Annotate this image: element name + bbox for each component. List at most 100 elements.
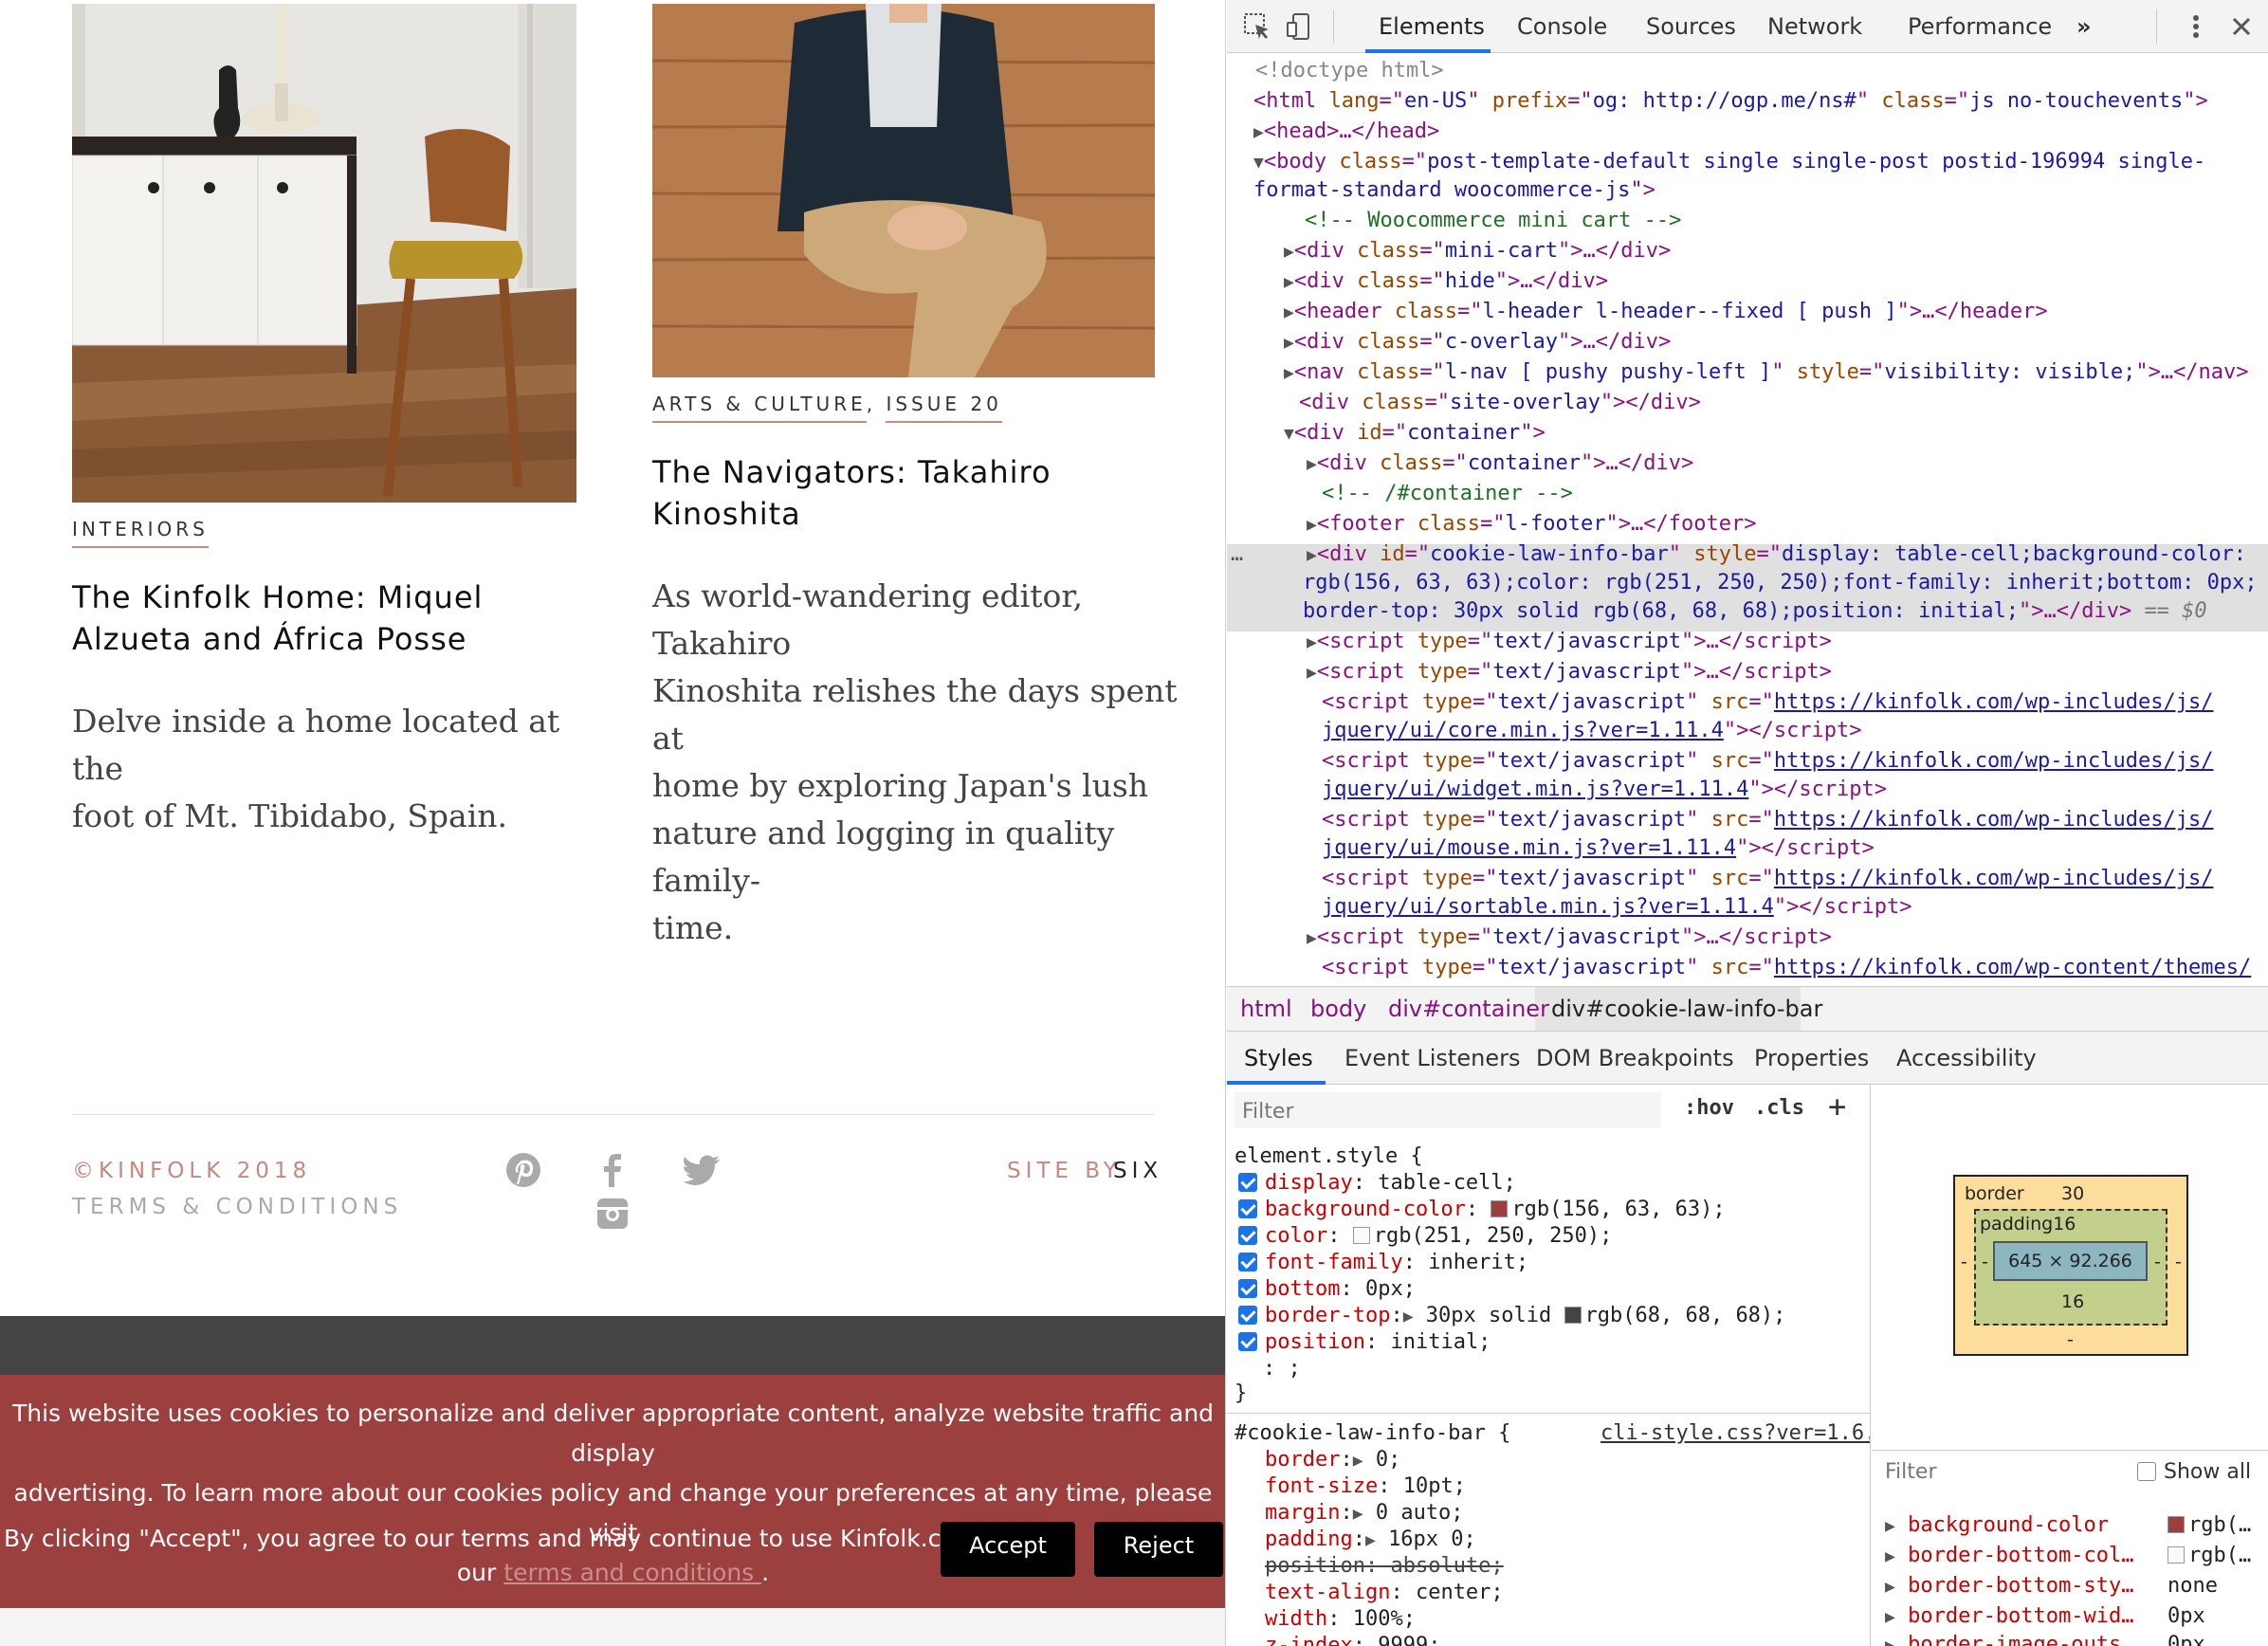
prop-checkbox[interactable] <box>1238 1306 1257 1325</box>
reject-button[interactable]: Reject <box>1094 1522 1223 1577</box>
inspect-element-icon[interactable] <box>1242 11 1272 42</box>
prop-value[interactable]: initial; <box>1390 1330 1491 1354</box>
tab-sources[interactable]: Sources <box>1646 13 1736 40</box>
accept-button[interactable]: Accept <box>941 1522 1075 1577</box>
portrait-photo[interactable] <box>652 4 1155 377</box>
cookie-rule-selector[interactable]: #cookie-law-info-bar { <box>1235 1420 1510 1447</box>
subtab-accessibility[interactable]: Accessibility <box>1896 1045 2037 1071</box>
hov-toggle[interactable]: :hov <box>1684 1096 1734 1120</box>
expand-triangle-icon[interactable]: ▶ <box>1885 1516 1895 1536</box>
computed-row[interactable]: ▶ border-bottom-col… <box>1885 1544 2134 1567</box>
script-mouse-src-a[interactable]: https://kinfolk.com/wp-includes/js/ <box>1774 808 2214 832</box>
styles-filter-input[interactable]: Filter <box>1235 1092 1661 1128</box>
show-all-checkbox[interactable]: Show all <box>2137 1460 2251 1484</box>
tab-network[interactable]: Network <box>1767 13 1862 40</box>
breadcrumb-container[interactable]: div#container <box>1388 996 1549 1022</box>
script-core-src-a[interactable]: https://kinfolk.com/wp-includes/js/ <box>1774 690 2214 714</box>
color-swatch-icon[interactable] <box>2167 1516 2185 1533</box>
dom-comment-container[interactable]: <!-- /#container --> <box>1322 480 1573 509</box>
style-new-prop-editor[interactable]: : ; <box>1263 1356 1301 1382</box>
prop-name[interactable]: bottom <box>1265 1277 1340 1301</box>
tab-elements[interactable]: Elements <box>1379 13 1485 40</box>
terms-and-conditions-link[interactable]: terms and conditions <box>503 1559 761 1586</box>
expand-triangle-icon[interactable]: ▶ <box>1353 1451 1363 1471</box>
rule-prop-position-overridden[interactable]: position: absolute; <box>1265 1553 1504 1580</box>
prop-name[interactable]: color <box>1265 1224 1327 1248</box>
style-prop-display[interactable]: display: table-cell; <box>1238 1170 1516 1197</box>
card1-category[interactable]: Interiors <box>72 518 209 548</box>
cls-toggle[interactable]: .cls <box>1754 1096 1804 1120</box>
computed-row[interactable]: ▶ border-image-outs… <box>1885 1633 2134 1646</box>
padding-top-value[interactable]: 16 <box>2053 1214 2076 1234</box>
dom-cookie-bar[interactable]: ▶<div id="cookie-law-info-bar" style="di… <box>1307 540 2246 570</box>
prop-checkbox[interactable] <box>1238 1226 1257 1245</box>
subtab-dom-breakpoints[interactable]: DOM Breakpoints <box>1536 1045 1734 1071</box>
style-prop-background-color[interactable]: background-color: rgb(156, 63, 63); <box>1238 1197 1726 1223</box>
prop-checkbox[interactable] <box>1238 1279 1257 1298</box>
rule-prop-border[interactable]: border:▶ 0; <box>1265 1447 1400 1474</box>
dom-script-theme[interactable]: <script type="text/javascript" src="http… <box>1322 954 2251 983</box>
dom-nav[interactable]: ▶<nav class="l-nav [ pushy pushy-left ]"… <box>1284 358 2249 388</box>
instagram-icon[interactable] <box>592 1193 633 1234</box>
cookie-rule-source-link[interactable]: cli-style.css?ver=1.6.5:1 <box>1600 1420 1870 1447</box>
prop-value[interactable]: 30px solid <box>1426 1304 1564 1327</box>
rule-prop-margin[interactable]: margin:▶ 0 auto; <box>1265 1500 1464 1527</box>
prop-value[interactable]: rgb(156, 63, 63); <box>1511 1198 1725 1221</box>
category-issue-20[interactable]: Issue 20 <box>886 393 1002 423</box>
pinterest-icon[interactable] <box>503 1149 544 1191</box>
prop-value[interactable]: rgb(251, 250, 250); <box>1374 1224 1613 1248</box>
tab-performance[interactable]: Performance <box>1908 13 2052 40</box>
breadcrumb-body[interactable]: body <box>1310 996 1366 1022</box>
prop-checkbox[interactable] <box>1238 1332 1257 1351</box>
card1-title[interactable]: The Kinfolk Home: Miquel Alzueta and Áfr… <box>72 576 565 660</box>
dom-node-actions-icon[interactable]: … <box>1231 540 1243 570</box>
script-widget-src-b[interactable]: jquery/ui/widget.min.js?ver=1.11.4 <box>1322 777 1748 801</box>
expand-triangle-icon[interactable]: ▶ <box>1885 1577 1895 1597</box>
dom-container[interactable]: ▼<div id="container"> <box>1284 419 1546 448</box>
subtab-event-listeners[interactable]: Event Listeners <box>1344 1045 1520 1071</box>
prop-checkbox[interactable] <box>1238 1253 1257 1271</box>
dom-script-sortable[interactable]: <script type="text/javascript" src="http… <box>1322 865 2213 894</box>
site-by-link[interactable]: SIX <box>1113 1159 1162 1183</box>
dom-header[interactable]: ▶<header class="l-header l-header--fixed… <box>1284 298 2048 327</box>
color-swatch-icon[interactable] <box>2167 1546 2185 1564</box>
rule-prop-padding[interactable]: padding:▶ 16px 0; <box>1265 1527 1476 1554</box>
more-tabs-icon[interactable]: » <box>2076 13 2092 40</box>
expand-triangle-icon[interactable]: ▶ <box>1353 1504 1363 1524</box>
card2-title[interactable]: The Navigators: Takahiro Kinoshita <box>652 451 1164 535</box>
computed-row[interactable]: ▶ background-color <box>1885 1513 2109 1537</box>
breadcrumb-cookie-bar[interactable]: div#cookie-law-info-bar <box>1551 996 1822 1022</box>
color-swatch-icon[interactable] <box>1352 1227 1370 1244</box>
script-widget-src-a[interactable]: https://kinfolk.com/wp-includes/js/ <box>1774 749 2214 773</box>
expand-triangle-icon[interactable]: ▶ <box>1885 1636 1895 1646</box>
dom-footer[interactable]: ▶<footer class="l-footer">…</footer> <box>1307 510 1756 540</box>
dom-div-minicart[interactable]: ▶<div class="mini-cart">…</div> <box>1284 237 1671 266</box>
dom-comment-cart[interactable]: <!-- Woocommerce mini cart --> <box>1305 207 1681 236</box>
dom-div-hide[interactable]: ▶<div class="hide">…</div> <box>1284 267 1608 297</box>
subtab-styles[interactable]: Styles <box>1244 1045 1313 1071</box>
breadcrumb-html[interactable]: html <box>1240 996 1292 1022</box>
expand-triangle-icon[interactable]: ▶ <box>1885 1607 1895 1627</box>
element-style-selector[interactable]: element.style { <box>1235 1143 1423 1170</box>
checkbox-icon[interactable] <box>2137 1462 2156 1481</box>
close-icon[interactable] <box>2226 11 2257 42</box>
new-style-rule-button[interactable]: + <box>1828 1088 1846 1125</box>
prop-checkbox[interactable] <box>1238 1199 1257 1218</box>
computed-row[interactable]: ▶ border-bottom-wid… <box>1885 1604 2134 1628</box>
device-toolbar-icon[interactable] <box>1284 11 1314 42</box>
script-mouse-src-b[interactable]: jquery/ui/mouse.min.js?ver=1.11.4 <box>1322 836 1736 860</box>
dom-site-overlay[interactable]: <div class="site-overlay"></div> <box>1299 389 1701 418</box>
style-prop-color[interactable]: color: rgb(251, 250, 250); <box>1238 1223 1612 1250</box>
style-prop-font-family[interactable]: font-family: inherit; <box>1238 1250 1528 1276</box>
dom-html[interactable]: <html lang="en-US" prefix="og: http://og… <box>1253 87 2208 117</box>
dom-body[interactable]: ▼<body class="post-template-default sing… <box>1253 148 2205 177</box>
dom-script-1[interactable]: ▶<script type="text/javascript">…</scrip… <box>1307 628 1832 657</box>
box-model-content[interactable]: 645 × 92.266 <box>1993 1241 2148 1281</box>
rule-prop-text-align[interactable]: text-align: center; <box>1265 1580 1504 1606</box>
rule-prop-z-index[interactable]: z-index: 9999; <box>1265 1633 1440 1646</box>
script-core-src-b[interactable]: jquery/ui/core.min.js?ver=1.11.4 <box>1322 719 1724 742</box>
category-arts-culture[interactable]: Arts & Culture <box>652 393 867 423</box>
dom-head[interactable]: ▶<head>…</head> <box>1253 118 1439 147</box>
dom-script-widget[interactable]: <script type="text/javascript" src="http… <box>1322 747 2213 777</box>
prop-name[interactable]: background-color <box>1265 1198 1466 1221</box>
